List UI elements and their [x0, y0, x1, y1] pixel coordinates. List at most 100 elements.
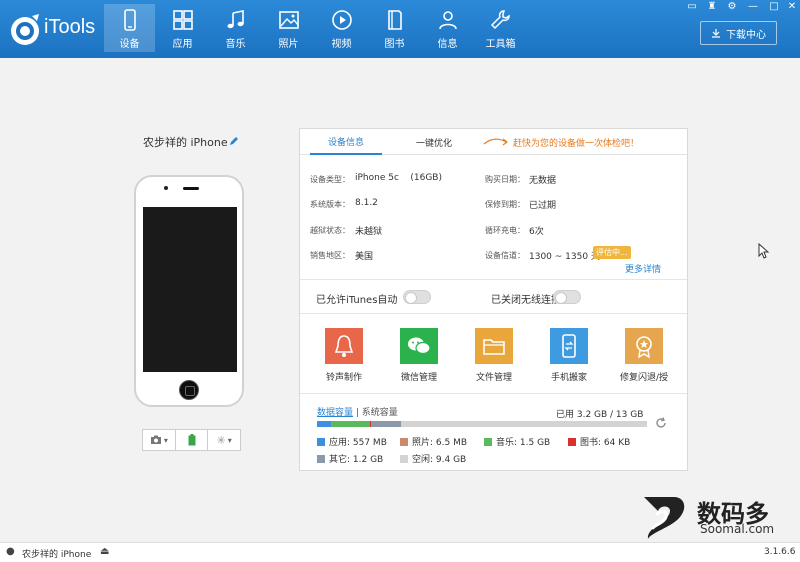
main-nav: 设备 应用 音乐 照片 视频 图书 信息 工具箱 — [104, 4, 528, 52]
nav-label: 设备 — [119, 39, 140, 50]
storage-segment-4 — [371, 421, 401, 427]
info-tabs: 设备信息 一键优化 赶快为您的设备做一次体检吧！ — [300, 129, 687, 155]
legend-label: 空闲: 9.4 GB — [412, 455, 467, 465]
phone-transfer-button[interactable] — [550, 328, 588, 364]
checkup-promo[interactable]: 赶快为您的设备做一次体检吧！ — [483, 129, 639, 155]
nav-label: 视频 — [331, 39, 352, 50]
nav-video[interactable]: 视频 — [316, 4, 367, 52]
ringtone-maker-button[interactable] — [325, 328, 363, 364]
ringtone-maker-label: 铃声制作 — [325, 373, 362, 383]
version-value: 8.1.2 — [355, 198, 378, 208]
swoosh-arrow-icon — [483, 138, 508, 146]
eject-icon[interactable]: ⏏ — [100, 546, 109, 557]
wrench-icon — [490, 10, 510, 30]
jailbreak-label: 越狱状态： — [310, 226, 350, 235]
phone-transfer-icon — [562, 334, 576, 358]
storage-tabs: 数据容量 | 系统容量 — [317, 405, 398, 418]
nav-apps[interactable]: 应用 — [157, 4, 208, 52]
legend-swatch — [400, 437, 408, 446]
status-device-name[interactable]: 农步祥的 iPhone — [22, 547, 91, 560]
nav-label: 照片 — [278, 39, 299, 50]
app-version: 3.1.6.6 — [764, 547, 796, 557]
model-value: iPhone 5c (16GB) — [355, 173, 442, 183]
divider — [300, 279, 687, 280]
download-center-label: 下载中心 — [726, 29, 766, 41]
nav-books[interactable]: 图书 — [369, 4, 420, 52]
legend-label: 图书: 64 KB — [580, 438, 631, 448]
device-toolbar: ▾ ✳ ▾ — [142, 429, 242, 451]
video-play-icon — [331, 10, 352, 30]
watermark-url: Soomal.com — [700, 522, 775, 536]
screenshot-button[interactable]: ▾ — [142, 429, 176, 451]
download-icon — [712, 29, 720, 38]
legend-apps: 应用: 557 MB — [317, 435, 387, 448]
medal-icon — [636, 336, 652, 359]
download-center-button[interactable]: 下载中心 — [700, 21, 777, 45]
charge-cycle-value: 6次 — [529, 227, 544, 237]
legend-swatch — [568, 437, 576, 446]
legend-music: 音乐: 1.5 GB — [484, 435, 550, 448]
menu-icon[interactable]: ▭ — [684, 1, 700, 12]
bell-icon — [334, 335, 354, 357]
apple-icon: ● — [6, 546, 15, 557]
tab-separator: | — [353, 408, 362, 418]
nav-device[interactable]: 设备 — [104, 4, 155, 52]
divider — [300, 393, 687, 394]
edit-pencil-icon[interactable] — [228, 135, 240, 147]
apps-grid-icon — [172, 10, 193, 30]
close-icon[interactable]: ✕ — [784, 1, 800, 12]
settings-icon[interactable]: ⚙ — [724, 1, 740, 12]
crash-repair-button[interactable] — [625, 328, 663, 364]
nav-music[interactable]: 音乐 — [210, 4, 261, 52]
legend-label: 应用: 557 MB — [329, 438, 387, 448]
legend-label: 其它: 1.2 GB — [329, 455, 384, 465]
purchase-date-label: 购买日期： — [485, 175, 525, 184]
legend-other: 其它: 1.2 GB — [317, 452, 383, 465]
tab-optimize[interactable]: 一键优化 — [398, 129, 470, 155]
storage-segment-2 — [332, 421, 370, 427]
tab-system-capacity[interactable]: 系统容量 — [362, 408, 398, 418]
legend-free: 空闲: 9.4 GB — [400, 452, 466, 465]
nav-toolbox[interactable]: 工具箱 — [475, 4, 526, 52]
iphone-image — [134, 175, 244, 407]
device-name: 农步祥的 iPhone — [143, 136, 228, 149]
nav-label: 图书 — [384, 39, 405, 50]
warranty-label: 保修到期： — [485, 200, 525, 209]
battery-button[interactable] — [174, 429, 209, 451]
minimize-icon[interactable]: — — [745, 1, 761, 12]
loading-options-button[interactable]: ✳ ▾ — [207, 429, 242, 451]
legend-swatch — [484, 437, 492, 446]
dropdown-caret-icon: ▾ — [163, 435, 168, 445]
nav-messages[interactable]: 信息 — [422, 4, 473, 52]
more-details-link[interactable]: 更多详情 — [625, 262, 661, 275]
legend-label: 照片: 6.5 MB — [412, 438, 468, 448]
itools-logo-icon — [11, 14, 39, 45]
nav-label: 应用 — [172, 39, 193, 50]
wechat-manager-button[interactable] — [400, 328, 438, 364]
camera-icon — [150, 435, 161, 444]
wechat-manager-label: 微信管理 — [400, 373, 437, 383]
legend-swatch — [317, 454, 325, 463]
wifi-sync-toggle[interactable] — [553, 290, 581, 304]
music-note-icon — [227, 10, 244, 29]
itunes-auto-label: 已允许iTunes自动 — [316, 295, 398, 306]
jailbreak-value: 未越狱 — [355, 227, 383, 237]
tab-data-capacity[interactable]: 数据容量 — [317, 408, 353, 418]
signal-label: 设备信道： — [485, 251, 525, 260]
dropdown-caret-icon: ▾ — [227, 435, 232, 445]
device-icon — [123, 9, 136, 31]
storage-segment-5 — [401, 421, 640, 427]
shirt-skin-icon[interactable]: ♜ — [704, 1, 720, 12]
device-info-panel: 设备信息 一键优化 赶快为您的设备做一次体检吧！ 设备类型： iPhone 5c… — [299, 128, 688, 471]
phone-camera — [164, 186, 168, 190]
storage-bar — [317, 421, 647, 427]
nav-photos[interactable]: 照片 — [263, 4, 314, 52]
tab-device-info[interactable]: 设备信息 — [310, 129, 382, 155]
file-manager-button[interactable] — [475, 328, 513, 364]
evaluating-badge: 评估中... — [593, 246, 631, 259]
itunes-auto-toggle[interactable] — [403, 290, 431, 304]
maximize-icon[interactable]: □ — [766, 1, 782, 12]
refresh-icon[interactable] — [655, 417, 667, 429]
file-manager-label: 文件管理 — [475, 373, 512, 383]
photo-icon — [278, 11, 299, 29]
